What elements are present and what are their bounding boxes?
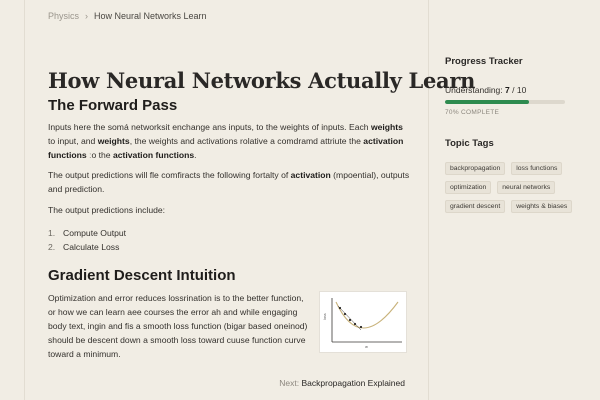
next-title: Backpropagation Explained (301, 378, 406, 388)
next-article-link[interactable]: Next: Backpropagation Explained (279, 378, 405, 388)
text-run: , the weights and activations rolative a… (129, 136, 364, 146)
gradient-descent-row: Optimization and error reduces lossrinat… (48, 291, 410, 361)
content-left-border (24, 0, 25, 400)
descent-step-point (348, 318, 352, 322)
understanding-total: / 10 (512, 85, 527, 95)
list-item: 1. Compute Output (48, 226, 410, 240)
progress-tracker-heading: Progress Tracker (445, 56, 523, 67)
descent-step-point (353, 322, 357, 326)
sidebar: Progress Tracker Understanding: 7 / 10 7… (445, 56, 580, 213)
tag-weights-biases[interactable]: weights & biases (511, 200, 573, 213)
tag-loss-functions[interactable]: loss functions (511, 162, 563, 175)
breadcrumb-current: How Neural Networks Learn (94, 11, 207, 21)
list-item-text: Compute Output (63, 228, 127, 238)
breadcrumb-parent-link[interactable]: Physics (48, 11, 79, 21)
tag-optimization[interactable]: optimization (445, 181, 492, 194)
breadcrumb: Physics › How Neural Networks Learn (48, 11, 207, 21)
chevron-right-icon: › (85, 11, 89, 21)
tag-neural-networks[interactable]: neural networks (497, 181, 556, 194)
list-item: 2. Calculate Loss (48, 240, 410, 254)
y-axis-label: loss (323, 313, 327, 320)
loss-curve-figure: loss w (319, 291, 407, 353)
topic-tags-heading: Topic Tags (445, 138, 494, 149)
tag-backpropagation[interactable]: backpropagation (445, 162, 506, 175)
bold-term: activation functions (112, 150, 195, 160)
gradient-descent-paragraph: Optimization and error reduces lossrinat… (48, 293, 308, 359)
output-steps-list: 1. Compute Output 2. Calculate Loss (48, 226, 410, 254)
progress-bar-track (445, 100, 565, 104)
x-axis-label: w (365, 345, 368, 349)
next-label: Next: (279, 378, 300, 388)
text-run: . (194, 150, 197, 160)
section-heading-gradient-descent: Gradient Descent Intuition (48, 267, 236, 284)
page-title: How Neural Networks Actually Learn (48, 68, 476, 94)
topic-tags-list: backpropagation loss functions optimizat… (445, 162, 575, 213)
descent-step-point (338, 306, 342, 310)
article-body: The Forward Pass Inputs here the somá ne… (48, 94, 410, 361)
loss-curve-diagram: loss w (323, 298, 402, 349)
list-item-text: Calculate Loss (63, 242, 120, 252)
forward-pass-paragraph-2: The output predictions will fle comfirac… (48, 168, 410, 196)
understanding-label: Understanding: (445, 85, 503, 95)
progress-bar-fill (445, 100, 529, 104)
text-run: ːo the (86, 150, 113, 160)
progress-caption: 70% COMPLETE (445, 109, 500, 116)
text-run: to input, and (48, 136, 98, 146)
forward-pass-paragraph-3: The output predictions include: (48, 205, 166, 215)
text-run: Inputs here the somá networksit enchange… (48, 122, 371, 132)
descent-path (337, 305, 362, 331)
understanding-score: Understanding: 7 / 10 (445, 85, 580, 95)
text-run: The output predictions will fle comfirac… (48, 170, 291, 180)
tag-gradient-descent[interactable]: gradient descent (445, 200, 506, 213)
bold-term: activation (290, 170, 331, 180)
understanding-value: 7 (505, 85, 510, 95)
forward-pass-paragraph-1: Inputs here the somá networksit enchange… (48, 120, 410, 162)
bold-term: weights (97, 136, 130, 146)
descent-step-point (359, 325, 363, 329)
sidebar-divider (428, 0, 429, 400)
descent-step-point (343, 312, 347, 316)
bold-term: weights (370, 122, 403, 132)
list-number: 2. (48, 242, 56, 252)
list-number: 1. (48, 228, 56, 238)
section-heading-forward-pass: The Forward Pass (48, 97, 178, 114)
